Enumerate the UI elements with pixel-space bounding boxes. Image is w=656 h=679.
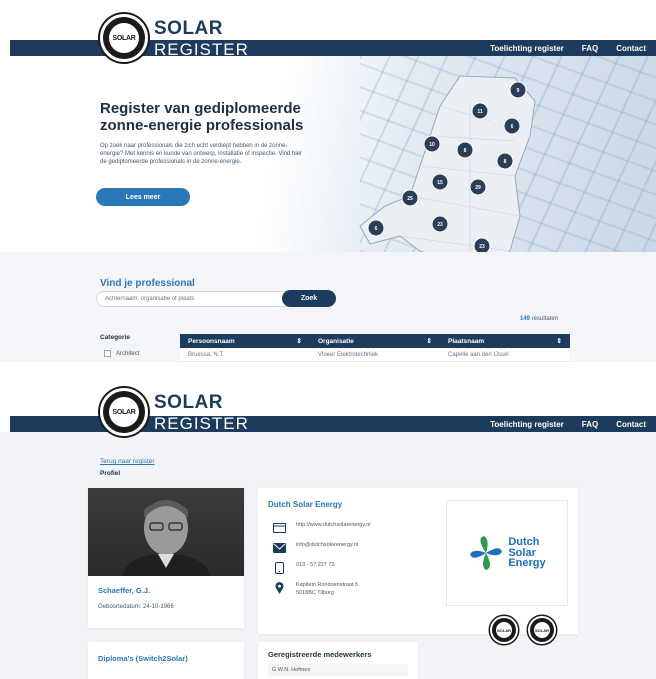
map-marker[interactable]: 23 bbox=[431, 215, 449, 233]
logo-line1: SOLAR bbox=[154, 391, 223, 413]
nav-toelichting[interactable]: Toelichting register bbox=[490, 44, 564, 53]
nav-toelichting[interactable]: Toelichting register bbox=[490, 420, 564, 429]
map-marker[interactable]: 25 bbox=[401, 189, 419, 207]
svg-text:10: 10 bbox=[429, 142, 435, 148]
category-checkbox[interactable]: Architect bbox=[104, 350, 139, 357]
solar-certified-badge-icon: SOLAR bbox=[528, 616, 556, 644]
phone-icon bbox=[272, 561, 286, 574]
company-logo: Dutch Solar Energy bbox=[446, 500, 568, 606]
svg-text:25: 25 bbox=[407, 196, 413, 202]
home-screenshot: Toelichting register FAQ Contact SOLAR S… bbox=[0, 0, 656, 362]
site-logo[interactable]: SOLAR SOLAR REGISTER bbox=[100, 14, 249, 62]
sort-icon[interactable]: ⇕ bbox=[427, 337, 432, 345]
category-filter-label: Categorie bbox=[100, 334, 130, 341]
map-marker[interactable]: 8 bbox=[456, 141, 474, 159]
svg-text:23: 23 bbox=[437, 222, 443, 228]
list-item[interactable]: G.W.N. Hofmes bbox=[268, 664, 408, 676]
svg-text:9: 9 bbox=[517, 88, 520, 94]
checkbox-icon[interactable] bbox=[104, 350, 111, 357]
nav-faq[interactable]: FAQ bbox=[582, 420, 598, 429]
svg-text:6: 6 bbox=[511, 124, 514, 130]
table-row[interactable]: Bruessa, N.T. Vloeer Elektrotechniek Cap… bbox=[180, 349, 570, 362]
birth-date: Geboortedatum: 24-10-1966 bbox=[98, 604, 174, 610]
hero-title: Register van gediplomeerde zonne-energie… bbox=[100, 100, 304, 135]
contact-address: Kapitein Rondoenstraat 5 5018BC Tilburg bbox=[272, 581, 358, 597]
read-more-button[interactable]: Lees meer bbox=[96, 188, 190, 206]
nav-links: Toelichting register FAQ Contact bbox=[490, 416, 646, 432]
solar-certified-badge-icon: SOLAR bbox=[490, 616, 518, 644]
svg-text:11: 11 bbox=[477, 109, 483, 115]
map-marker[interactable]: 6 bbox=[503, 117, 521, 135]
email-icon bbox=[272, 542, 286, 553]
person-photo bbox=[88, 488, 244, 576]
svg-text:8: 8 bbox=[504, 159, 507, 165]
location-pin-icon bbox=[272, 581, 286, 594]
site-logo[interactable]: SOLAR SOLAR REGISTER bbox=[100, 388, 249, 436]
browser-icon bbox=[272, 522, 286, 533]
solar-badge-icon: SOLAR bbox=[100, 388, 148, 436]
svg-text:29: 29 bbox=[475, 185, 481, 191]
nav-contact[interactable]: Contact bbox=[616, 44, 646, 53]
map-marker[interactable]: 8 bbox=[496, 152, 514, 170]
back-to-register-link[interactable]: Terug naar register bbox=[100, 458, 155, 465]
logo-line2: REGISTER bbox=[154, 413, 249, 433]
pinwheel-logo-icon bbox=[470, 536, 503, 570]
map-marker[interactable]: 10 bbox=[423, 135, 441, 153]
breadcrumb: Profiel bbox=[100, 470, 121, 477]
column-header-person[interactable]: Persoonsnaam ⇕ bbox=[180, 334, 310, 348]
nav-links: Toelichting register FAQ Contact bbox=[490, 40, 646, 56]
column-header-organisation[interactable]: Organisatie ⇕ bbox=[310, 334, 440, 348]
map-marker[interactable]: 11 bbox=[471, 102, 489, 120]
contact-email[interactable]: info@dutchsolarenergy.nl bbox=[272, 542, 358, 553]
person-card: Schaeffer, G.J. Geboortedatum: 24-10-196… bbox=[88, 488, 244, 628]
solar-badge-icon: SOLAR bbox=[100, 14, 148, 62]
svg-text:8: 8 bbox=[464, 148, 467, 154]
map-marker[interactable]: 15 bbox=[431, 173, 449, 191]
svg-text:15: 15 bbox=[437, 180, 443, 186]
company-card: Dutch Solar Energy http://www.dutchsolar… bbox=[258, 488, 578, 644]
results-table-header: Persoonsnaam ⇕ Organisatie ⇕ Plaatsnaam ⇕ bbox=[180, 334, 570, 348]
logo-line1: SOLAR bbox=[154, 17, 223, 39]
map-marker[interactable]: 9 bbox=[509, 81, 527, 99]
search-button[interactable]: Zoek bbox=[282, 290, 336, 307]
map-marker[interactable]: 6 bbox=[367, 219, 385, 237]
svg-text:6: 6 bbox=[375, 226, 378, 232]
hero-intro: Op zoek naar professionals die zich echt… bbox=[100, 143, 303, 166]
sort-icon[interactable]: ⇕ bbox=[297, 337, 302, 345]
nav-contact[interactable]: Contact bbox=[616, 420, 646, 429]
sort-icon[interactable]: ⇕ bbox=[557, 337, 562, 345]
profile-screenshot: Toelichting register FAQ Contact SOLAR S… bbox=[0, 380, 656, 679]
staff-card: Geregistreerde medewerkers G.W.N. Hofmes bbox=[258, 642, 418, 679]
contact-phone[interactable]: 013 - 57 227 73 bbox=[272, 561, 335, 574]
logo-line2: REGISTER bbox=[154, 39, 249, 59]
map-marker[interactable]: 29 bbox=[469, 178, 487, 196]
diplomas-title: Diploma's (Switch2Solar) bbox=[98, 654, 188, 663]
company-name: Dutch Solar Energy bbox=[268, 500, 343, 509]
person-name: Schaeffer, G.J. bbox=[98, 586, 151, 595]
contact-website[interactable]: http://www.dutchsolarenergy.nl bbox=[272, 522, 371, 533]
nav-faq[interactable]: FAQ bbox=[582, 44, 598, 53]
svg-text:23: 23 bbox=[479, 244, 485, 250]
results-count: 149 resultaten bbox=[520, 316, 559, 322]
search-input[interactable] bbox=[96, 291, 296, 307]
find-professional-title: Vind je professional bbox=[100, 278, 195, 289]
diplomas-card: Diploma's (Switch2Solar) bbox=[88, 642, 244, 679]
column-header-city[interactable]: Plaatsnaam ⇕ bbox=[440, 334, 570, 348]
staff-title: Geregistreerde medewerkers bbox=[268, 650, 372, 659]
